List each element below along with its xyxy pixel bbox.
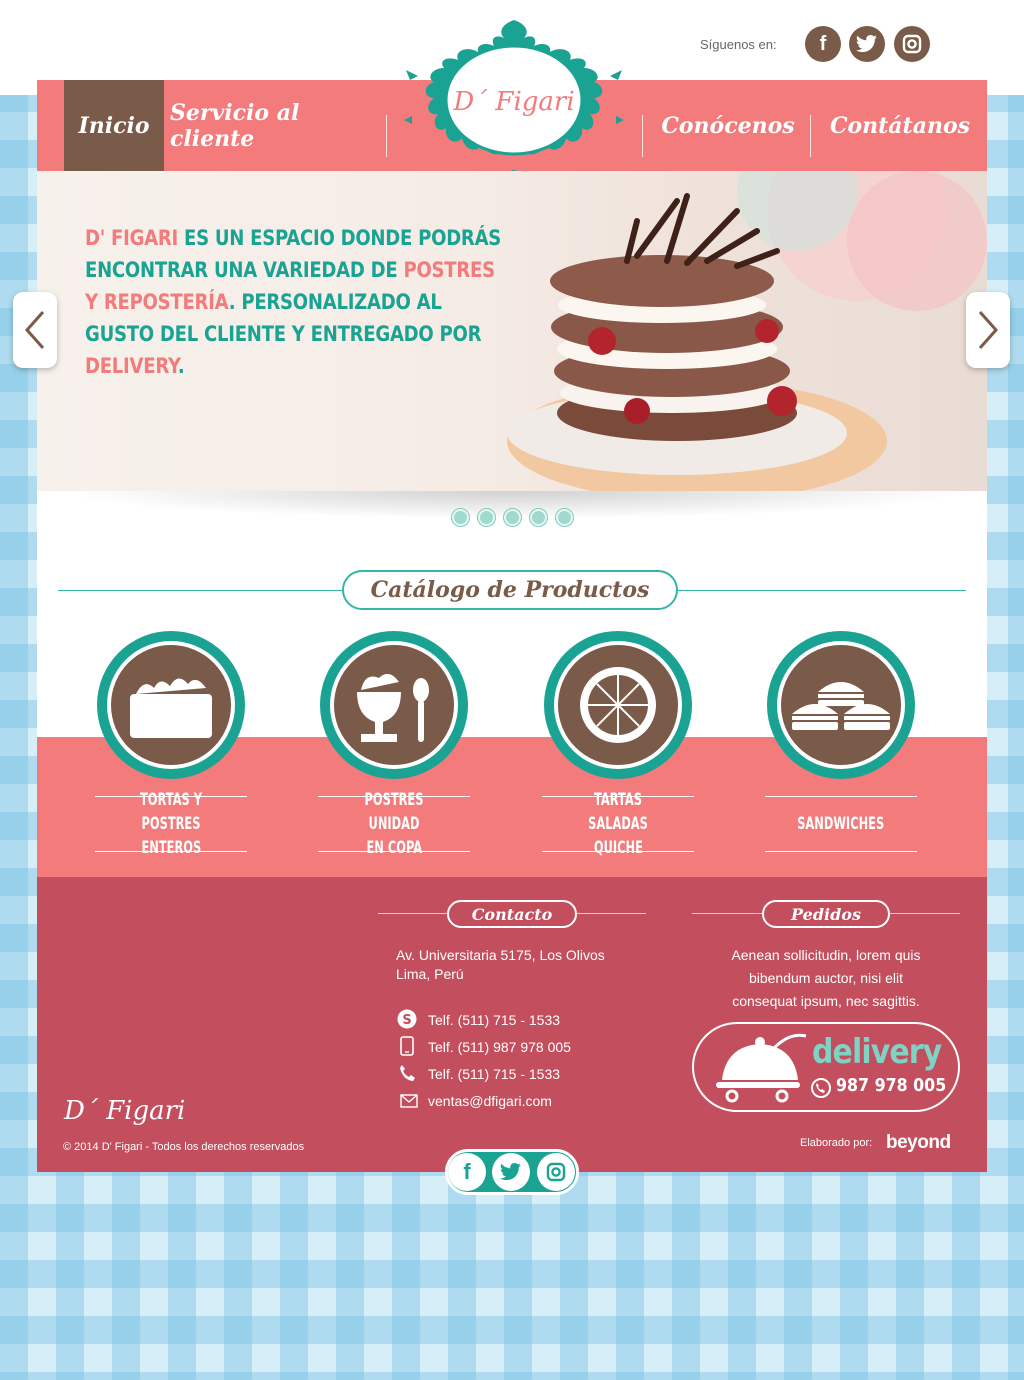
contact-email[interactable]: ventas@dfigari.com <box>428 1091 552 1111</box>
hero-text-highlight: delivery <box>85 354 178 378</box>
catalog-label-sandwiches[interactable]: SANDWICHES <box>765 796 917 852</box>
skype-icon: S <box>397 1009 417 1029</box>
nav-item-contatanos[interactable]: Contátanos <box>814 80 986 171</box>
catalog-label-copa[interactable]: POSTRES UNIDAD EN COPA <box>318 790 470 858</box>
svg-text:S: S <box>402 1013 411 1028</box>
follow-label: Síguenos en: <box>700 37 777 52</box>
phone-icon <box>397 1063 417 1083</box>
orders-text-line: bibendum auctor, nisi elit <box>748 970 904 986</box>
nav-divider <box>386 115 387 157</box>
nav-divider <box>810 115 811 157</box>
mail-icon <box>399 1091 419 1111</box>
footer-twitter-icon[interactable] <box>492 1153 530 1191</box>
catalog-label-tortas[interactable]: TORTAS Y POSTRES ENTEROS <box>95 790 247 858</box>
delivery-cloche-icon <box>716 1033 807 1103</box>
contact-title: Contacto <box>447 900 577 928</box>
twitter-icon[interactable] <box>849 26 885 62</box>
delivery-label: delivery <box>812 1032 942 1072</box>
nav-item-servicio[interactable]: Servicio al cliente <box>170 80 376 171</box>
made-by-label: Elaborado por: <box>800 1137 873 1149</box>
phone-circle-icon <box>811 1078 831 1098</box>
slider-dot[interactable] <box>530 509 547 526</box>
nav-item-conocenos[interactable]: Conócenos <box>650 80 806 171</box>
nav-divider <box>642 115 643 157</box>
footer-instagram-icon[interactable] <box>537 1153 575 1191</box>
cake-icon <box>130 678 212 738</box>
orders-title: Pedidos <box>762 900 890 928</box>
delivery-phone: 987 978 005 <box>836 1075 947 1096</box>
orders-text-line: Aenean sollicitudin, lorem quis <box>731 947 921 963</box>
catalog-item-sandwiches[interactable] <box>766 630 916 780</box>
catalog-label-line: POSTRES UNIDAD <box>364 790 424 834</box>
contact-phone-3[interactable]: Telf. (511) 715 - 1533 <box>428 1064 560 1084</box>
hero-text-part: . <box>177 354 185 378</box>
slider-next-button[interactable] <box>966 292 1010 368</box>
dfigari-logo[interactable]: D´ Figari <box>398 16 630 184</box>
contact-phone-2[interactable]: Telf. (511) 987 978 005 <box>428 1037 571 1057</box>
catalog-item-tortas[interactable] <box>96 630 246 780</box>
hero-text-brand: D' Figari <box>85 226 178 250</box>
instagram-icon[interactable] <box>894 26 930 62</box>
catalog-label-line: QUICHE <box>593 838 643 858</box>
contact-phone-1[interactable]: Telf. (511) 715 - 1533 <box>428 1010 560 1030</box>
catalog-label-line: TARTAS SALADAS <box>588 790 648 834</box>
orders-text: Aenean sollicitudin, lorem quis bibendum… <box>692 944 960 1013</box>
catalog-label-tartas[interactable]: TARTAS SALADAS QUICHE <box>542 790 694 858</box>
pie-icon <box>580 667 656 743</box>
slider-prev-button[interactable] <box>13 292 57 368</box>
address-line1: Av. Universitaria 5175, Los Olivos <box>396 947 605 963</box>
copyright: © 2014 D' Figari - Todos los derechos re… <box>63 1141 305 1153</box>
slider-dot[interactable] <box>504 509 521 526</box>
svg-text:D´ Figari: D´ Figari <box>452 87 574 117</box>
catalog-label-line: SANDWICHES <box>797 814 885 834</box>
orders-text-line: consequat ipsum, nec sagittis. <box>732 993 920 1009</box>
footer-facebook-icon[interactable]: f <box>448 1153 486 1191</box>
catalog-title: Catálogo de Productos <box>342 570 678 610</box>
mobile-icon <box>397 1036 417 1056</box>
chevron-left-icon <box>25 311 45 349</box>
footer-logo: D´ Figari <box>64 1096 186 1126</box>
catalog-label-line: EN COPA <box>366 838 422 858</box>
beyond-logo[interactable]: beyond <box>886 1132 951 1154</box>
catalog-label-line: ENTEROS <box>141 838 201 858</box>
slider-dot[interactable] <box>556 509 573 526</box>
hero-headline: D' Figari es un espacio donde podrás enc… <box>85 222 506 382</box>
nav-item-inicio[interactable]: Inicio <box>64 80 164 171</box>
slider-dot[interactable] <box>452 509 469 526</box>
slider-dot[interactable] <box>478 509 495 526</box>
catalog-item-copa[interactable] <box>319 630 469 780</box>
facebook-icon[interactable]: f <box>805 26 841 62</box>
catalog-item-tartas[interactable] <box>543 630 693 780</box>
address-line2: Lima, Perú <box>396 966 464 982</box>
catalog-label-line: TORTAS Y POSTRES <box>139 790 203 834</box>
chevron-right-icon <box>978 311 998 349</box>
